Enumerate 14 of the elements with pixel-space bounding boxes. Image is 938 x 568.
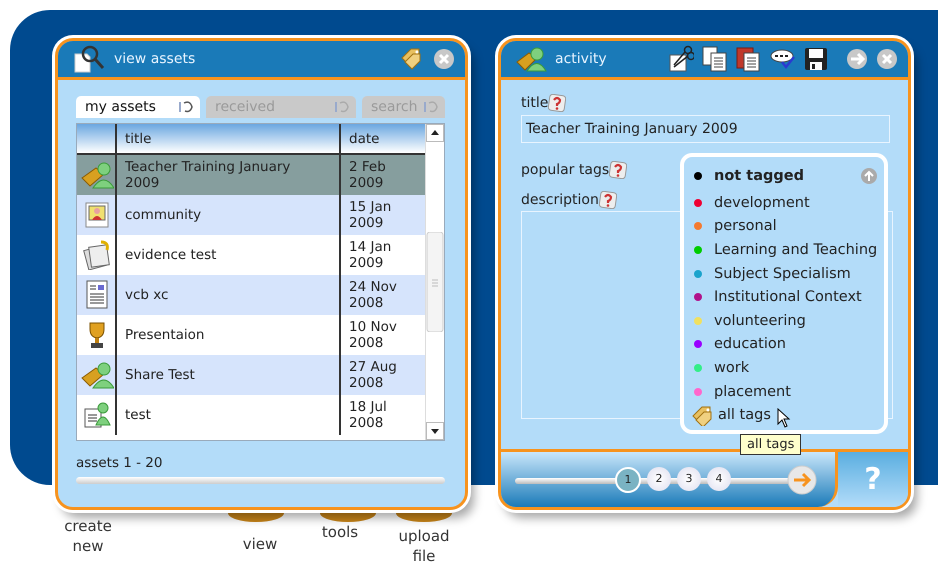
window-title: view assets	[114, 51, 196, 67]
tooltip: all tags	[740, 434, 802, 455]
asset-date: 2 Feb 2009	[341, 155, 425, 195]
field-label: popular tags	[521, 162, 610, 178]
asset-count: assets 1 - 20	[76, 455, 164, 471]
asset-date: 24 Nov 2008	[341, 275, 425, 315]
asset-date: 18 Jul 2008	[348, 398, 388, 433]
asset-date: 10 Nov 2008	[348, 318, 398, 353]
window-title: activity	[555, 51, 607, 67]
asset-date: 27 Aug 2008	[341, 355, 425, 395]
field-label: description	[521, 192, 599, 208]
field-label: title	[521, 95, 548, 111]
asset-date: 15 Jan 2009	[341, 195, 425, 235]
asset-date: 14 Jan 2009	[348, 238, 392, 273]
